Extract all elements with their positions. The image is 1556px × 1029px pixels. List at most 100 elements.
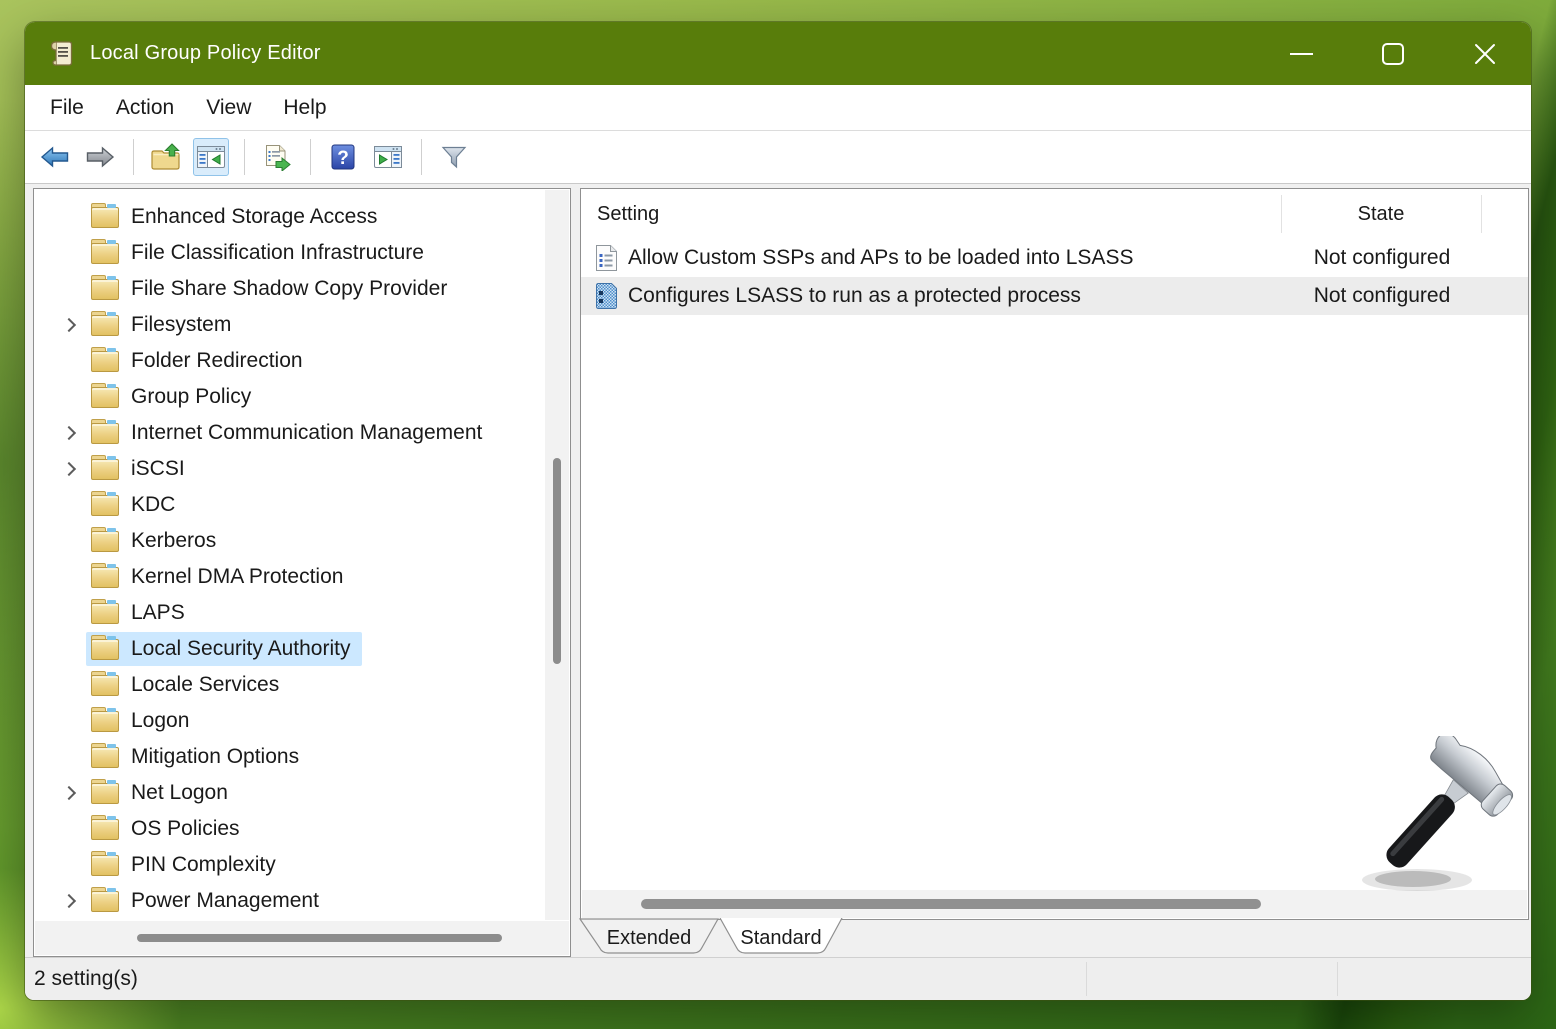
- folder-icon: [91, 567, 119, 588]
- toolbar: ?: [25, 131, 1531, 184]
- hammer-graphic: [1355, 736, 1525, 894]
- chevron-right-icon[interactable]: [61, 784, 79, 802]
- chevron-spacer: [61, 820, 79, 838]
- list-rows: Allow Custom SSPs and APs to be loaded i…: [581, 239, 1528, 315]
- tree-row-inner: Locale Services: [86, 668, 291, 702]
- tree-item[interactable]: Net Logon: [34, 775, 544, 811]
- tree-item[interactable]: Locale Services: [34, 667, 544, 703]
- tree-item[interactable]: KDC: [34, 487, 544, 523]
- tree-item[interactable]: Enhanced Storage Access: [34, 199, 544, 235]
- chevron-spacer: [61, 676, 79, 694]
- tree-item[interactable]: Kernel DMA Protection: [34, 559, 544, 595]
- tree-item[interactable]: iSCSI: [34, 451, 544, 487]
- filter-button[interactable]: [436, 138, 472, 176]
- tree-item[interactable]: Folder Redirection: [34, 343, 544, 379]
- tab-extended-label[interactable]: Extended: [607, 927, 692, 949]
- help-button[interactable]: ?: [325, 138, 361, 176]
- tree-row-inner: File Share Shadow Copy Provider: [86, 272, 459, 306]
- chevron-right-icon[interactable]: [61, 424, 79, 442]
- tree-vertical-scrollbar-thumb[interactable]: [553, 458, 561, 664]
- export-list-button[interactable]: [259, 138, 295, 176]
- state-cell: Not configured: [1282, 246, 1482, 270]
- menu-item-action[interactable]: Action: [100, 85, 190, 130]
- tree-item[interactable]: Power Management: [34, 883, 544, 919]
- tree-item-label: Internet Communication Management: [131, 421, 482, 445]
- svg-text:?: ?: [337, 148, 349, 169]
- toolbar-separator: [133, 139, 134, 175]
- tree-item[interactable]: File Share Shadow Copy Provider: [34, 271, 544, 307]
- local-group-policy-editor-window: Local Group Policy Editor FileActionView…: [25, 22, 1531, 1000]
- title-bar[interactable]: Local Group Policy Editor: [25, 22, 1531, 85]
- tree-item-label: Group Policy: [131, 385, 251, 409]
- chevron-right-icon[interactable]: [61, 460, 79, 478]
- minimize-icon: [1290, 53, 1313, 55]
- show-hide-console-tree-button[interactable]: [193, 138, 229, 176]
- tree-horizontal-scrollbar-thumb[interactable]: [137, 934, 502, 942]
- tree-row-inner: Mitigation Options: [86, 740, 311, 774]
- tree-horizontal-scrollbar[interactable]: [35, 921, 569, 955]
- tree-item-label: Logon: [131, 709, 189, 733]
- folder-icon: [91, 279, 119, 300]
- tree-row-inner: Power Management: [86, 884, 331, 918]
- tree-vertical-scrollbar[interactable]: [545, 190, 569, 920]
- tree-row-inner: Enhanced Storage Access: [86, 200, 389, 234]
- folder-icon: [91, 603, 119, 624]
- list-row[interactable]: Configures LSASS to run as a protected p…: [581, 277, 1528, 315]
- maximize-button[interactable]: [1347, 22, 1439, 85]
- status-bar: 2 setting(s): [25, 957, 1531, 1000]
- folder-icon: [91, 351, 119, 372]
- folder-icon: [91, 675, 119, 696]
- tree-item[interactable]: PIN Complexity: [34, 847, 544, 883]
- menu-item-help[interactable]: Help: [267, 85, 342, 130]
- tree-item[interactable]: Mitigation Options: [34, 739, 544, 775]
- tree-item-label: Power Management: [131, 889, 319, 913]
- column-header-state[interactable]: State: [1281, 189, 1481, 239]
- list-horizontal-scrollbar[interactable]: [582, 890, 1527, 918]
- tree-item-label: File Share Shadow Copy Provider: [131, 277, 447, 301]
- tree-item[interactable]: LAPS: [34, 595, 544, 631]
- chevron-spacer: [61, 208, 79, 226]
- toolbar-separator: [310, 139, 311, 175]
- tab-standard[interactable]: Standard: [720, 918, 842, 953]
- tree-item[interactable]: File Classification Infrastructure: [34, 235, 544, 271]
- chevron-right-icon[interactable]: [61, 892, 79, 910]
- tree-item-label: File Classification Infrastructure: [131, 241, 424, 265]
- back-button[interactable]: [37, 138, 73, 176]
- close-button[interactable]: [1439, 22, 1531, 85]
- policy-setting-icon: [595, 244, 618, 272]
- column-separator[interactable]: [1281, 195, 1282, 233]
- tree-item-label: Folder Redirection: [131, 349, 303, 373]
- tree-row-inner: File Classification Infrastructure: [86, 236, 436, 270]
- menu-item-view[interactable]: View: [190, 85, 267, 130]
- tree-item[interactable]: Kerberos: [34, 523, 544, 559]
- column-separator[interactable]: [1481, 195, 1482, 233]
- forward-button[interactable]: [82, 138, 118, 176]
- folder-icon: [91, 531, 119, 552]
- list-row[interactable]: Allow Custom SSPs and APs to be loaded i…: [581, 239, 1528, 277]
- tab-standard-label[interactable]: Standard: [740, 927, 821, 949]
- tree-row-inner: iSCSI: [86, 452, 197, 486]
- tree-row-inner: KDC: [86, 488, 187, 522]
- tree-item[interactable]: Group Policy: [34, 379, 544, 415]
- show-hide-action-pane-button[interactable]: [370, 138, 406, 176]
- tree-item[interactable]: Filesystem: [34, 307, 544, 343]
- up-one-level-button[interactable]: [148, 138, 184, 176]
- list-header: Setting State: [581, 189, 1528, 239]
- tree-item-label: Net Logon: [131, 781, 228, 805]
- window-controls: [1255, 22, 1531, 85]
- tree-item[interactable]: Logon: [34, 703, 544, 739]
- menu-item-file[interactable]: File: [34, 85, 100, 130]
- tree-row-inner: OS Policies: [86, 812, 252, 846]
- tree-item[interactable]: OS Policies: [34, 811, 544, 847]
- list-horizontal-scrollbar-thumb[interactable]: [641, 899, 1261, 909]
- setting-cell: Configures LSASS to run as a protected p…: [628, 284, 1081, 308]
- statusbar-separator: [1337, 962, 1338, 996]
- chevron-right-icon[interactable]: [61, 316, 79, 334]
- folder-icon: [91, 819, 119, 840]
- tree-item[interactable]: Local Security Authority: [34, 631, 544, 667]
- tree-item[interactable]: Internet Communication Management: [34, 415, 544, 451]
- maximize-icon: [1382, 43, 1404, 65]
- column-header-setting[interactable]: Setting: [581, 189, 1281, 239]
- tab-extended[interactable]: Extended: [580, 919, 718, 953]
- minimize-button[interactable]: [1255, 22, 1347, 85]
